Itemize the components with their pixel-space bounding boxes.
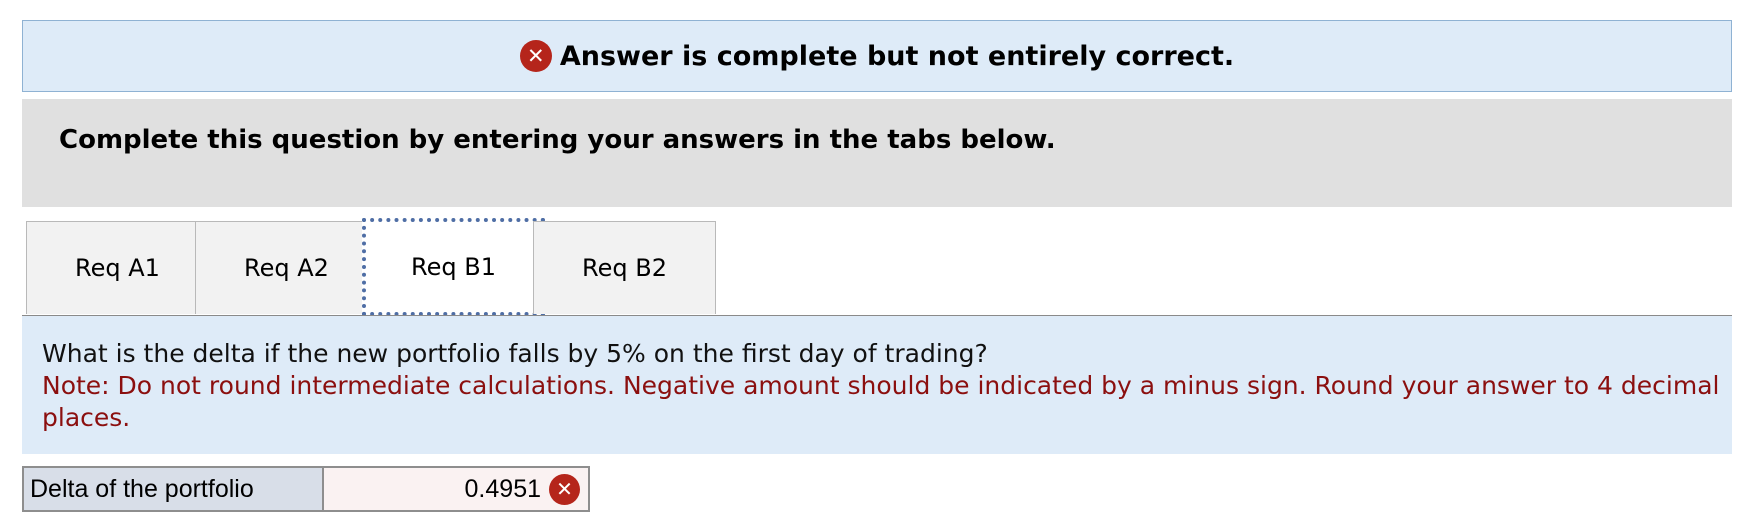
- tab-label: Req B2: [582, 254, 667, 282]
- result-message: Answer is complete but not entirely corr…: [559, 40, 1235, 72]
- tab-req-b1[interactable]: Req B1: [362, 218, 545, 316]
- question-note: Note: Do not round intermediate calculat…: [42, 371, 1720, 432]
- question-panel: What is the delta if the new portfolio f…: [22, 316, 1732, 454]
- x-circle-icon: ✕: [549, 473, 580, 505]
- tab-label: Req A1: [75, 254, 160, 282]
- tab-req-a1[interactable]: Req A1: [26, 221, 209, 314]
- instructions-text: Complete this question by entering your …: [59, 125, 1056, 155]
- answer-row: Delta of the portfolio 0.4951 ✕: [22, 466, 590, 512]
- answer-value: 0.4951: [464, 474, 541, 503]
- tab-label: Req B1: [411, 253, 496, 281]
- tab-bar: Req A1 Req A2 Req B1 Req B2: [26, 218, 786, 316]
- result-banner: ✕ Answer is complete but not entirely co…: [22, 20, 1732, 92]
- instructions-panel: Complete this question by entering your …: [22, 99, 1732, 207]
- answer-input[interactable]: 0.4951 ✕: [324, 468, 588, 510]
- tab-req-a2[interactable]: Req A2: [195, 221, 378, 314]
- x-circle-icon: ✕: [519, 40, 552, 72]
- question-prompt: What is the delta if the new portfolio f…: [42, 339, 988, 368]
- answer-label: Delta of the portfolio: [24, 468, 324, 510]
- tab-req-b2[interactable]: Req B2: [533, 221, 716, 314]
- tab-label: Req A2: [244, 254, 329, 282]
